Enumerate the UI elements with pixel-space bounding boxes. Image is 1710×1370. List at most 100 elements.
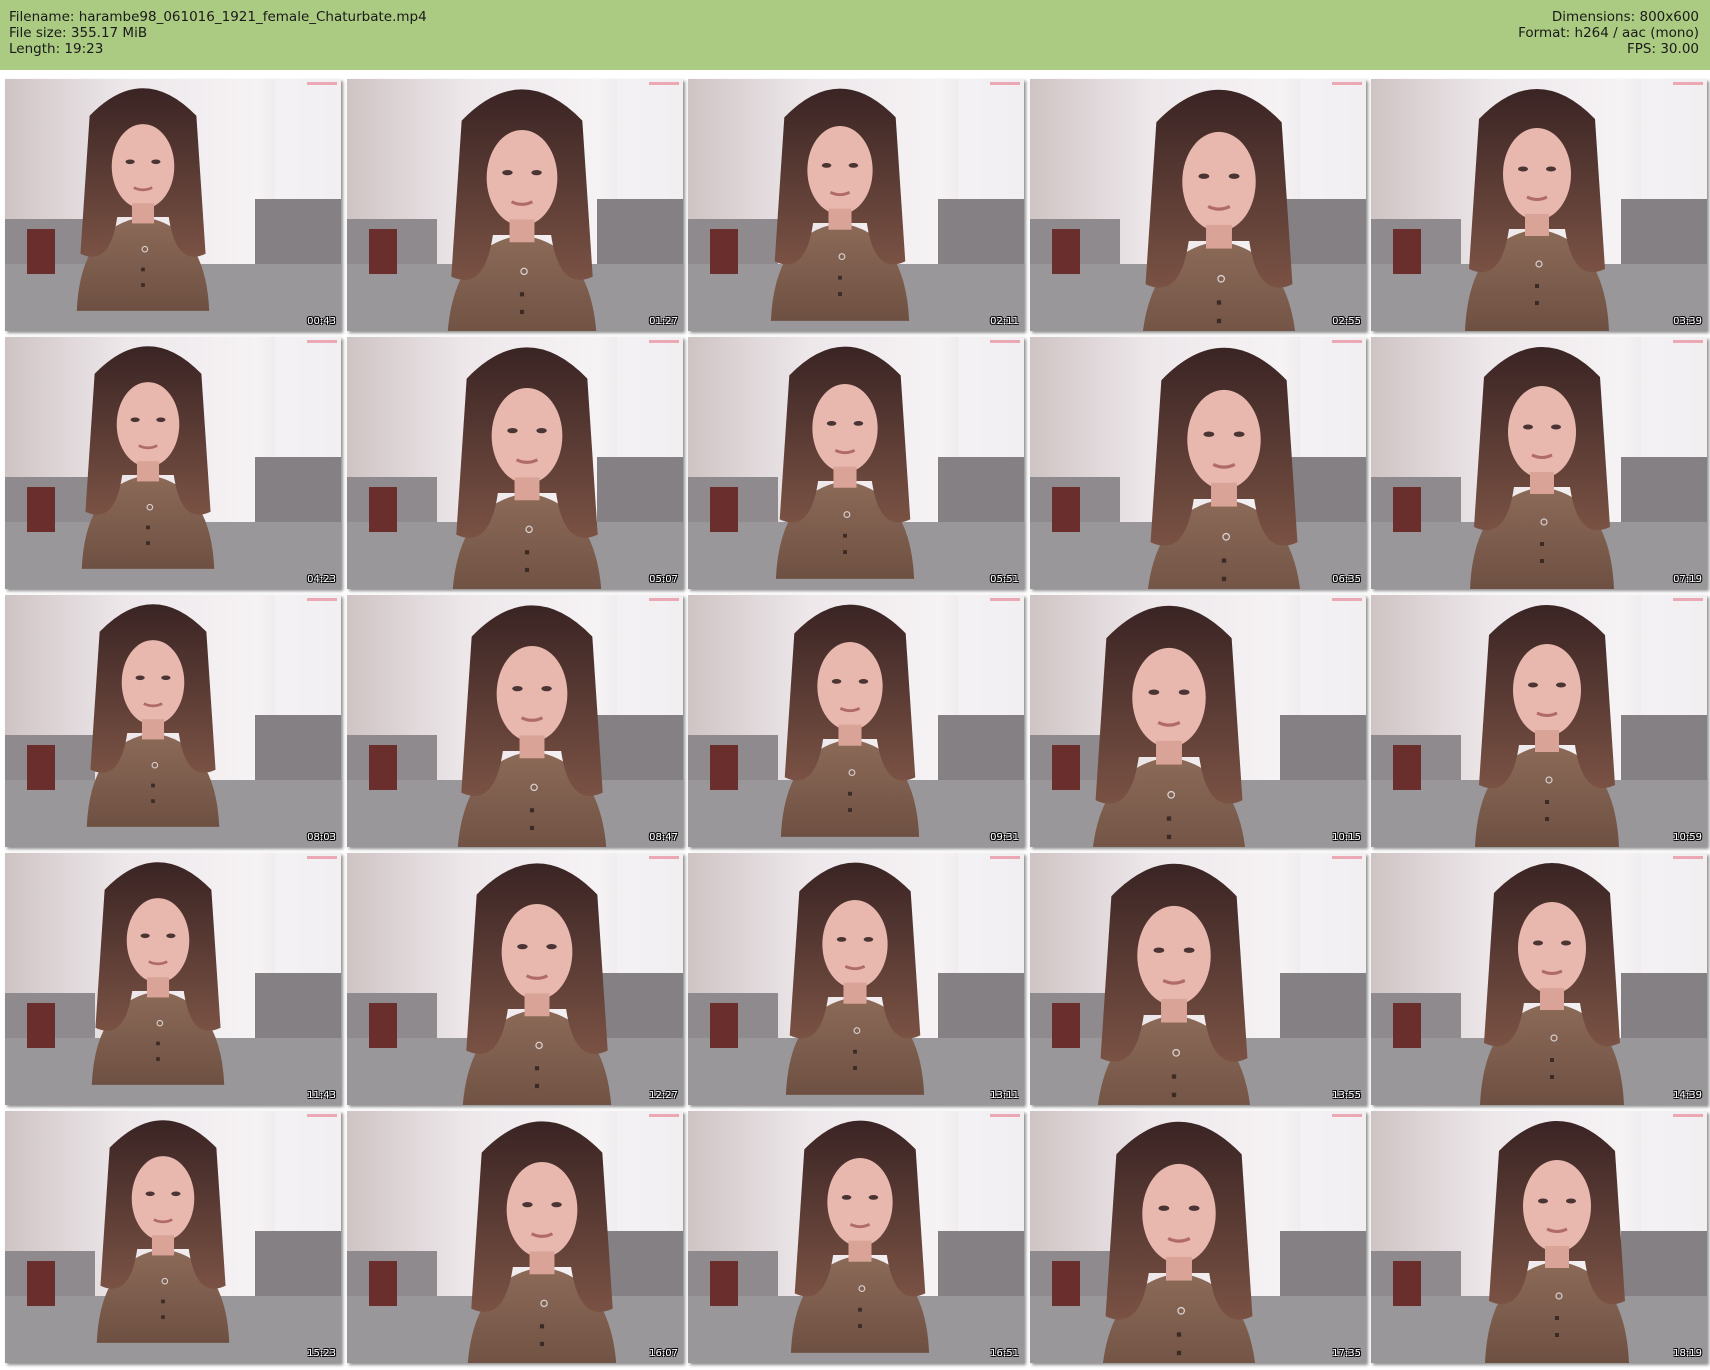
video-thumbnail: 02:55 [1030, 79, 1366, 331]
video-thumbnail: 10:15 [1030, 595, 1366, 847]
watermark [1332, 1114, 1362, 1117]
video-thumbnail: 01:27 [347, 79, 683, 331]
video-thumbnail: 13:55 [1030, 853, 1366, 1105]
watermark [307, 856, 337, 859]
watermark [990, 340, 1020, 343]
timestamp-label: 01:27 [649, 316, 678, 327]
video-thumbnail: 17:35 [1030, 1111, 1366, 1363]
frame-image [688, 337, 1024, 589]
video-thumbnail: 05:07 [347, 337, 683, 589]
video-thumbnail: 03:39 [1371, 79, 1707, 331]
video-thumbnail: 12:27 [347, 853, 683, 1105]
fps-text: FPS: 30.00 [1627, 41, 1699, 57]
frame-image [5, 853, 341, 1105]
frame-image [1030, 1111, 1366, 1363]
thumbnail-grid: 00:43 01:27 02:11 02:55 03:39 04:23 05:07 05:51… [0, 70, 1710, 1370]
watermark [649, 598, 679, 601]
timestamp-label: 05:07 [649, 574, 678, 585]
timestamp-label: 09:31 [990, 832, 1019, 843]
dimensions-text: Dimensions: 800x600 [1551, 9, 1699, 25]
frame-image [688, 853, 1024, 1105]
watermark [1673, 598, 1703, 601]
watermark [307, 598, 337, 601]
timestamp-label: 16:07 [649, 1348, 678, 1359]
frame-image [1371, 79, 1707, 331]
watermark [1332, 340, 1362, 343]
video-thumbnail: 18:19 [1371, 1111, 1707, 1363]
video-thumbnail: 14:39 [1371, 853, 1707, 1105]
timestamp-label: 05:51 [990, 574, 1019, 585]
watermark [1673, 340, 1703, 343]
frame-image [688, 595, 1024, 847]
frame-image [347, 1111, 683, 1363]
video-thumbnail: 08:47 [347, 595, 683, 847]
filename-text: Filename: harambe98_061016_1921_female_C… [9, 9, 427, 25]
video-thumbnail: 06:35 [1030, 337, 1366, 589]
video-thumbnail: 07:19 [1371, 337, 1707, 589]
frame-image [1371, 337, 1707, 589]
timestamp-label: 08:03 [307, 832, 336, 843]
watermark [1332, 598, 1362, 601]
timestamp-label: 14:39 [1673, 1090, 1702, 1101]
watermark [990, 598, 1020, 601]
file-info: Filename: harambe98_061016_1921_female_C… [9, 9, 427, 57]
timestamp-label: 10:59 [1673, 832, 1702, 843]
watermark [649, 340, 679, 343]
timestamp-label: 00:43 [307, 316, 336, 327]
timestamp-label: 06:35 [1332, 574, 1361, 585]
watermark [1673, 856, 1703, 859]
timestamp-label: 11:43 [307, 1090, 336, 1101]
video-thumbnail: 05:51 [688, 337, 1024, 589]
timestamp-label: 16:51 [990, 1348, 1019, 1359]
watermark [990, 856, 1020, 859]
video-thumbnail: 10:59 [1371, 595, 1707, 847]
frame-image [1030, 79, 1366, 331]
frame-image [347, 595, 683, 847]
watermark [990, 82, 1020, 85]
frame-image [1030, 853, 1366, 1105]
timestamp-label: 15:23 [307, 1348, 336, 1359]
frame-image [1030, 595, 1366, 847]
frame-image [5, 1111, 341, 1363]
timestamp-label: 17:35 [1332, 1348, 1361, 1359]
timestamp-label: 04:23 [307, 574, 336, 585]
video-thumbnail: 16:07 [347, 1111, 683, 1363]
watermark [307, 1114, 337, 1117]
info-header: Filename: harambe98_061016_1921_female_C… [0, 0, 1710, 70]
video-thumbnail: 11:43 [5, 853, 341, 1105]
video-thumbnail: 08:03 [5, 595, 341, 847]
frame-image [5, 337, 341, 589]
frame-image [1030, 337, 1366, 589]
watermark [990, 1114, 1020, 1117]
timestamp-label: 07:19 [1673, 574, 1702, 585]
timestamp-label: 13:11 [990, 1090, 1019, 1101]
frame-image [5, 595, 341, 847]
video-thumbnail: 15:23 [5, 1111, 341, 1363]
frame-image [1371, 1111, 1707, 1363]
filesize-text: File size: 355.17 MiB [9, 25, 148, 41]
frame-image [688, 1111, 1024, 1363]
timestamp-label: 02:55 [1332, 316, 1361, 327]
video-thumbnail: 02:11 [688, 79, 1024, 331]
timestamp-label: 13:55 [1332, 1090, 1361, 1101]
timestamp-label: 08:47 [649, 832, 678, 843]
timestamp-label: 12:27 [649, 1090, 678, 1101]
video-thumbnail: 00:43 [5, 79, 341, 331]
watermark [649, 1114, 679, 1117]
frame-image [1371, 595, 1707, 847]
frame-image [1371, 853, 1707, 1105]
watermark [649, 856, 679, 859]
video-info: Dimensions: 800x600 Format: h264 / aac (… [1518, 9, 1699, 57]
timestamp-label: 02:11 [990, 316, 1019, 327]
timestamp-label: 03:39 [1673, 316, 1702, 327]
timestamp-label: 18:19 [1673, 1348, 1702, 1359]
watermark [307, 340, 337, 343]
video-thumbnail: 13:11 [688, 853, 1024, 1105]
frame-image [347, 79, 683, 331]
watermark [649, 82, 679, 85]
frame-image [5, 79, 341, 331]
watermark [1332, 856, 1362, 859]
watermark [1673, 82, 1703, 85]
watermark [1673, 1114, 1703, 1117]
format-text: Format: h264 / aac (mono) [1518, 25, 1699, 41]
